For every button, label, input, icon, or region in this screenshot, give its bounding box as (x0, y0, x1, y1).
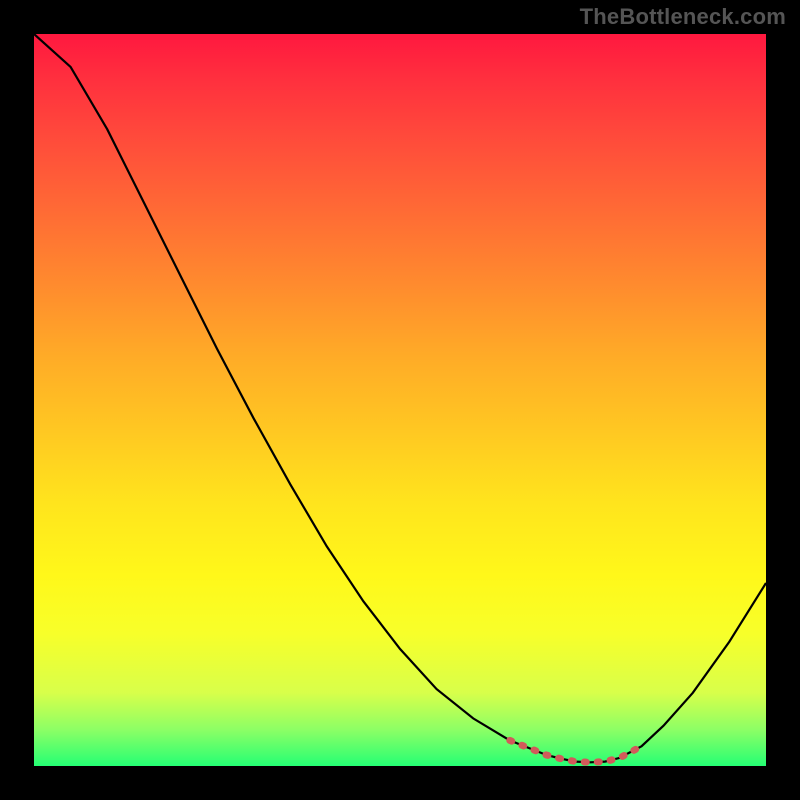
highlight-dots (510, 740, 642, 762)
curve-svg (34, 34, 766, 766)
chart-container: TheBottleneck.com (0, 0, 800, 800)
watermark-text: TheBottleneck.com (580, 4, 786, 30)
plot-area (34, 34, 766, 766)
bottleneck-curve (34, 34, 766, 762)
